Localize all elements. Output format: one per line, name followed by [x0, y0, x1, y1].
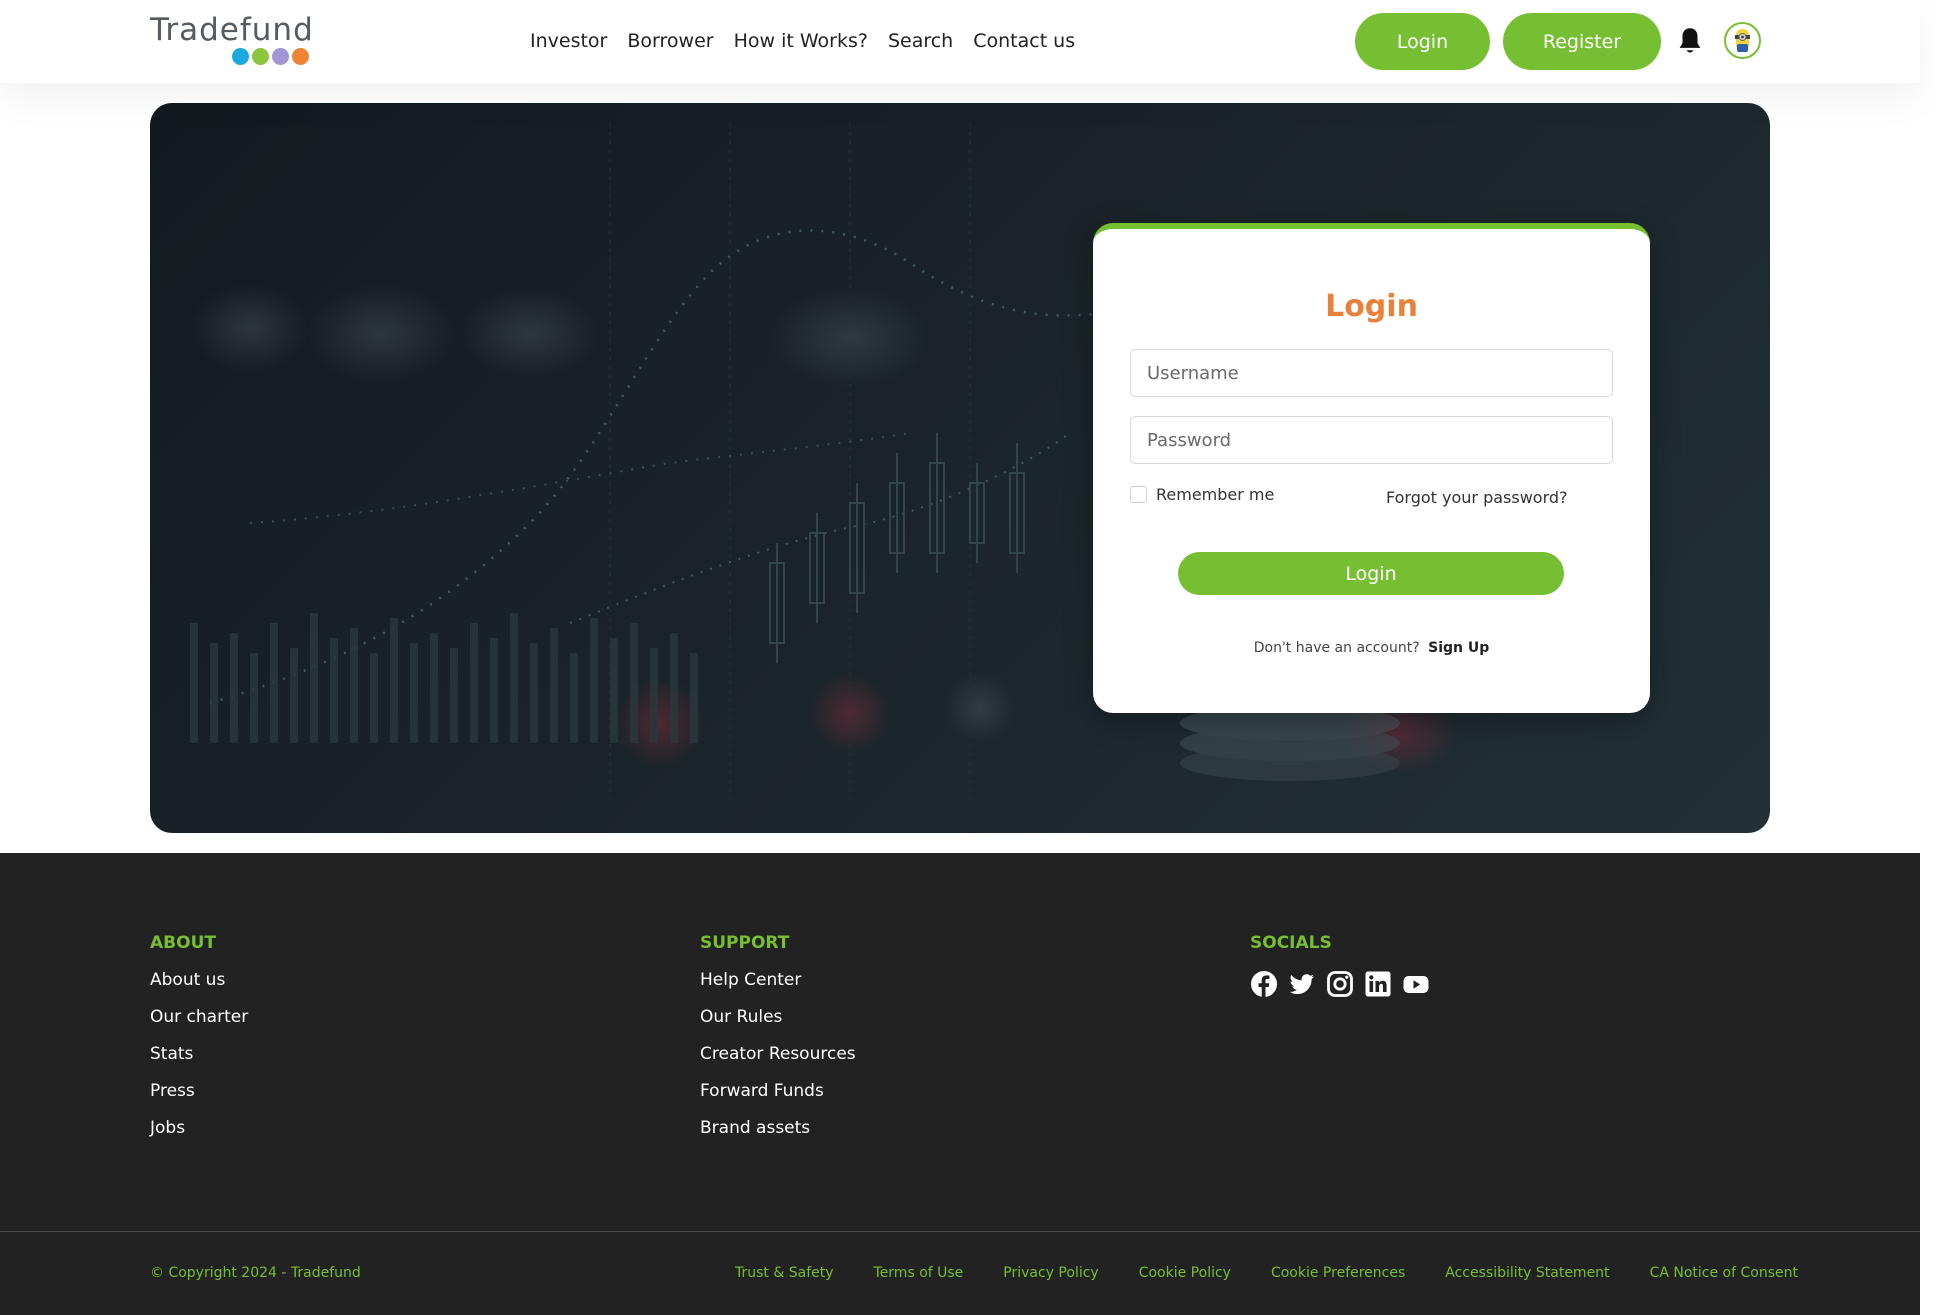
nav-borrower[interactable]: Borrower [627, 30, 713, 52]
nav-contact-us[interactable]: Contact us [973, 30, 1075, 52]
footer-link-help-center[interactable]: Help Center [700, 970, 856, 991]
password-input[interactable] [1130, 416, 1613, 464]
login-submit-button[interactable]: Login [1178, 552, 1564, 595]
nav-investor[interactable]: Investor [530, 30, 607, 52]
footer-link-creator-resources[interactable]: Creator Resources [700, 1044, 856, 1065]
forgot-password-link[interactable]: Forgot your password? [1386, 488, 1568, 507]
footer-support-column: SUPPORT Help Center Our Rules Creator Re… [700, 933, 856, 1155]
legal-link-accessibility[interactable]: Accessibility Statement [1445, 1265, 1609, 1281]
footer-link-our-rules[interactable]: Our Rules [700, 1007, 856, 1028]
remember-me-checkbox[interactable] [1130, 486, 1147, 503]
login-card: Login Remember me Forgot your password? … [1093, 223, 1650, 713]
footer-link-press[interactable]: Press [150, 1081, 248, 1102]
footer-link-stats[interactable]: Stats [150, 1044, 248, 1065]
legal-link-cookie-policy[interactable]: Cookie Policy [1139, 1265, 1231, 1281]
footer-socials-column: SOCIALS [1250, 933, 1430, 998]
avatar-image [1735, 29, 1750, 52]
hero-banner: Login Remember me Forgot your password? … [150, 103, 1770, 833]
facebook-icon[interactable] [1250, 970, 1278, 998]
footer-link-forward-funds[interactable]: Forward Funds [700, 1081, 856, 1102]
remember-me[interactable]: Remember me [1130, 485, 1274, 504]
footer-about-column: ABOUT About us Our charter Stats Press J… [150, 933, 248, 1155]
site-footer: ABOUT About us Our charter Stats Press J… [0, 853, 1920, 1315]
remember-me-label: Remember me [1156, 485, 1275, 504]
login-title: Login [1325, 289, 1418, 324]
brand-dot-green [252, 48, 269, 65]
legal-link-privacy-policy[interactable]: Privacy Policy [1003, 1265, 1098, 1281]
footer-link-about-us[interactable]: About us [150, 970, 248, 991]
scrollbar-gutter [1920, 0, 1935, 1315]
footer-support-heading: SUPPORT [700, 933, 790, 953]
legal-link-cookie-preferences[interactable]: Cookie Preferences [1271, 1265, 1405, 1281]
footer-link-brand-assets[interactable]: Brand assets [700, 1118, 856, 1139]
nav-how-it-works[interactable]: How it Works? [734, 30, 868, 52]
instagram-icon[interactable] [1326, 970, 1354, 998]
linkedin-icon[interactable] [1364, 970, 1392, 998]
user-avatar-icon[interactable] [1724, 22, 1761, 59]
main-nav: Investor Borrower How it Works? Search C… [530, 30, 1075, 52]
brand-dot-blue [232, 48, 249, 65]
legal-link-trust-safety[interactable]: Trust & Safety [735, 1265, 834, 1281]
brand-logo[interactable]: Tradefund [150, 12, 320, 68]
footer-divider [0, 1231, 1920, 1232]
header-login-button[interactable]: Login [1355, 13, 1490, 70]
brand-name: Tradefund [150, 12, 314, 48]
footer-link-our-charter[interactable]: Our charter [150, 1007, 248, 1028]
youtube-icon[interactable] [1402, 970, 1430, 998]
legal-links: Trust & Safety Terms of Use Privacy Poli… [735, 1265, 1798, 1281]
social-icons [1250, 970, 1430, 998]
legal-link-terms-of-use[interactable]: Terms of Use [874, 1265, 964, 1281]
footer-about-heading: ABOUT [150, 933, 216, 953]
signup-prompt-line: Don't have an account? Sign Up [1093, 640, 1650, 656]
brand-dot-purple [272, 48, 289, 65]
site-header: Tradefund Investor Borrower How it Works… [0, 0, 1920, 83]
copyright-text: © Copyright 2024 - Tradefund [150, 1265, 361, 1281]
signup-link[interactable]: Sign Up [1428, 640, 1489, 656]
brand-dot-orange [292, 48, 309, 65]
brand-dots [232, 48, 309, 65]
twitter-icon[interactable] [1288, 970, 1316, 998]
username-input[interactable] [1130, 349, 1613, 397]
bell-icon[interactable] [1676, 26, 1704, 56]
footer-socials-heading: SOCIALS [1250, 933, 1332, 953]
footer-link-jobs[interactable]: Jobs [150, 1118, 248, 1139]
legal-link-ca-notice[interactable]: CA Notice of Consent [1650, 1265, 1798, 1281]
signup-prompt-text: Don't have an account? [1253, 640, 1420, 656]
nav-search[interactable]: Search [888, 30, 953, 52]
header-register-button[interactable]: Register [1503, 13, 1661, 70]
